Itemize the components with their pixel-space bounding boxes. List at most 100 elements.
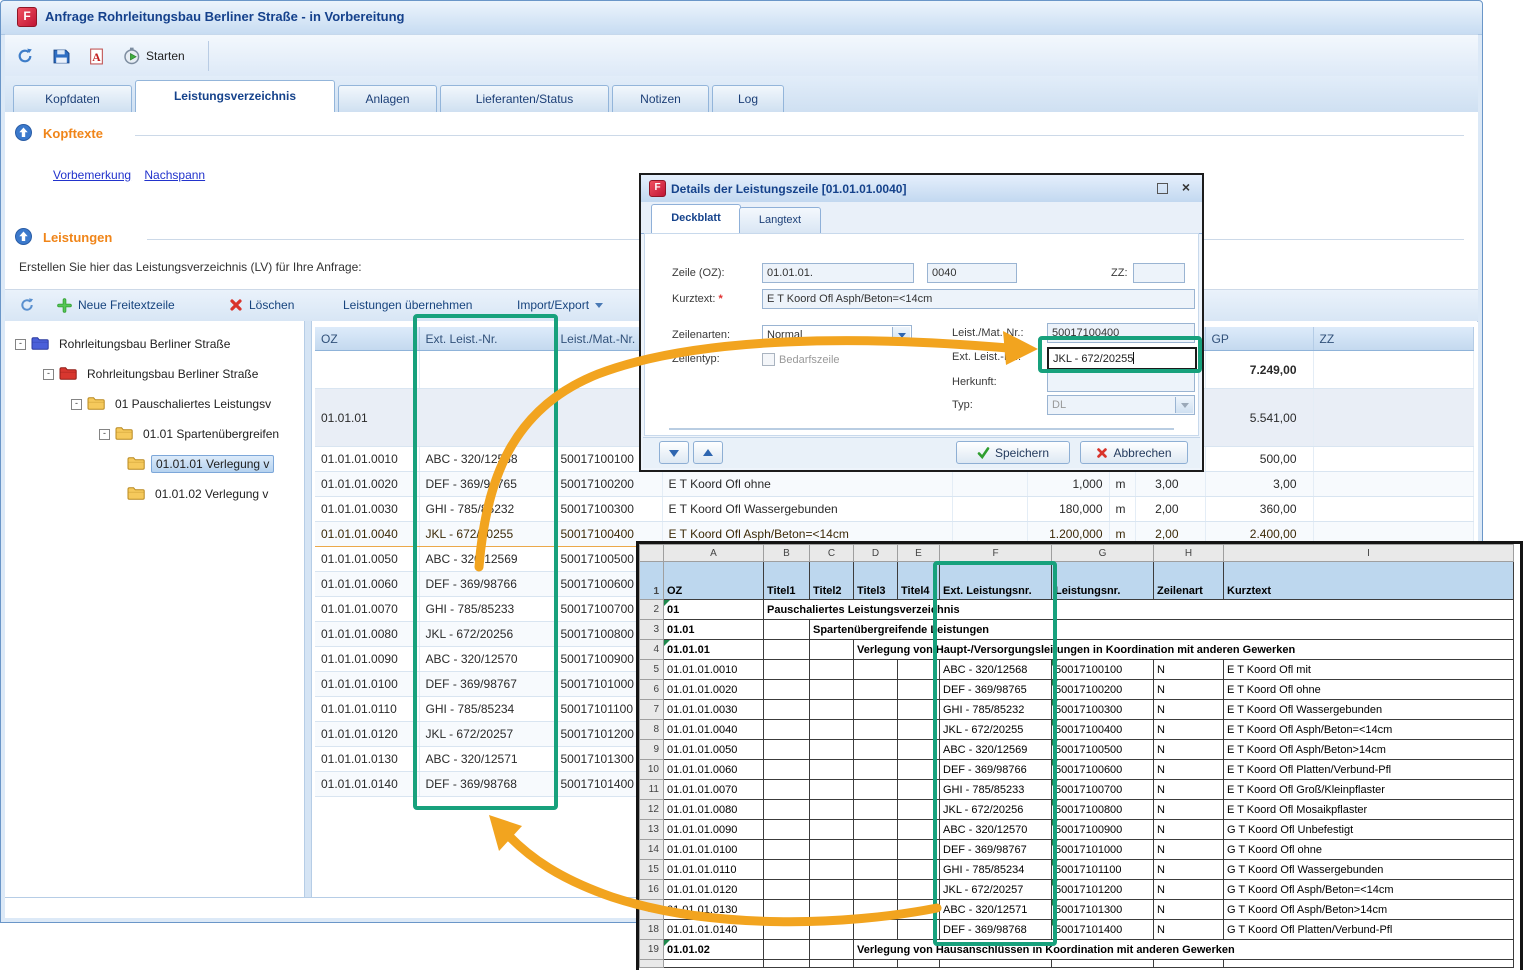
grid-column-header-Ext. Leist.-Nr.[interactable]: Ext. Leist.-Nr. — [419, 327, 554, 351]
sheet-header-cell[interactable]: Titel1 — [764, 562, 810, 600]
sheet-row-number[interactable]: 13 — [640, 820, 664, 840]
sheet-column-letter-G[interactable]: G — [1052, 545, 1154, 562]
sheet-row-number[interactable]: 4 — [640, 640, 664, 660]
tab-kopfdaten[interactable]: Kopfdaten — [13, 85, 132, 112]
sheet-cell-i[interactable]: E T Koord Ofl mit — [1224, 660, 1514, 680]
sheet-cell-empty[interactable] — [764, 860, 810, 880]
sheet-cell-g[interactable]: 50017100900 — [1052, 820, 1154, 840]
sheet-header-cell[interactable]: Titel3 — [854, 562, 898, 600]
sheet-cell-h[interactable]: N — [1154, 880, 1224, 900]
sheet-cell-h[interactable]: N — [1154, 920, 1224, 940]
sheet-cell-empty[interactable] — [898, 880, 940, 900]
sheet-cell-h[interactable]: N — [1154, 840, 1224, 860]
sheet-cell-empty[interactable] — [764, 680, 810, 700]
start-button-label[interactable]: Starten — [146, 49, 185, 63]
sheet-cell-empty[interactable] — [764, 700, 810, 720]
sheet-cell-h[interactable]: N — [1154, 860, 1224, 880]
sheet-cell-f[interactable]: ABC - 320/12569 — [940, 740, 1052, 760]
tree-expander-icon[interactable]: - — [71, 399, 82, 410]
sheet-cell-h[interactable]: N — [1154, 900, 1224, 920]
sheet-cell-title[interactable]: Verlegung von Haupt-/Versorgungsleitunge… — [854, 640, 1514, 660]
sheet-cell-empty[interactable] — [764, 940, 810, 960]
sheet-cell-empty[interactable] — [810, 700, 854, 720]
pdf-export-button[interactable]: A — [84, 44, 108, 68]
sheet-cell-empty[interactable] — [854, 820, 898, 840]
sheet-cell-h[interactable]: N — [1154, 780, 1224, 800]
sheet-cell-empty[interactable] — [898, 840, 940, 860]
sheet-row-number[interactable]: 1 — [640, 562, 664, 600]
sheet-column-letter-H[interactable]: H — [1154, 545, 1224, 562]
sheet-cell-empty[interactable] — [898, 720, 940, 740]
sheet-cell-empty[interactable] — [764, 760, 810, 780]
sheet-row-number[interactable]: 15 — [640, 860, 664, 880]
sheet-column-letter-F[interactable]: F — [940, 545, 1052, 562]
sheet-cell-g[interactable]: 50017101300 — [1052, 900, 1154, 920]
tab-log[interactable]: Log — [712, 85, 784, 112]
kurztext-field[interactable]: E T Koord Ofl Asph/Beton=<14cm — [762, 289, 1195, 309]
sheet-cell-a[interactable]: 01.01.01.0080 — [664, 800, 764, 820]
lv-import-export-button[interactable]: Import/Export — [517, 294, 603, 316]
sheet-row-number[interactable]: 19 — [640, 940, 664, 960]
sheet-cell-empty[interactable] — [764, 620, 810, 640]
sheet-cell-h[interactable]: N — [1154, 660, 1224, 680]
sheet-cell-empty[interactable] — [854, 860, 898, 880]
grid-column-header-OZ[interactable]: OZ — [315, 327, 419, 351]
sheet-cell-f[interactable]: JKL - 672/20257 — [940, 880, 1052, 900]
sheet-cell-empty[interactable] — [764, 660, 810, 680]
sheet-cell-i[interactable]: G T Koord Ofl Wassergebunden — [1224, 860, 1514, 880]
sheet-cell-empty[interactable] — [764, 800, 810, 820]
sheet-cell-a[interactable]: 01.01.01.0030 — [664, 700, 764, 720]
sheet-header-cell[interactable]: Leistungsnr. — [1052, 562, 1154, 600]
sheet-cell-g[interactable]: 50017100800 — [1052, 800, 1154, 820]
sheet-cell-g[interactable]: 50017100700 — [1052, 780, 1154, 800]
sheet-cell-h[interactable]: N — [1154, 800, 1224, 820]
vorbemerkung-link[interactable]: Vorbemerkung — [53, 168, 131, 182]
zeile-oz-field[interactable]: 01.01.01. — [762, 263, 914, 283]
sheet-cell-empty[interactable] — [764, 820, 810, 840]
sheet-cell-empty[interactable] — [810, 740, 854, 760]
grid-row-01.01.01.0030[interactable]: 01.01.01.0030GHI - 785/8523250017100300E… — [315, 497, 1473, 522]
sheet-cell-empty[interactable] — [764, 720, 810, 740]
sheet-cell-f[interactable]: DEF - 369/98768 — [940, 920, 1052, 940]
sheet-cell-empty[interactable] — [898, 660, 940, 680]
nachspann-link[interactable]: Nachspann — [144, 168, 205, 182]
sheet-cell-a[interactable]: 01.01.01.0060 — [664, 760, 764, 780]
sheet-cell-f[interactable]: DEF - 369/98765 — [940, 680, 1052, 700]
sheet-row-number[interactable]: 2 — [640, 600, 664, 620]
sheet-row-number[interactable]: 14 — [640, 840, 664, 860]
sheet-cell-f[interactable]: GHI - 785/85233 — [940, 780, 1052, 800]
sheet-header-cell[interactable]: Zeilenart — [1154, 562, 1224, 600]
sheet-cell-g[interactable]: 50017101000 — [1052, 840, 1154, 860]
save-button[interactable] — [49, 44, 73, 68]
sheet-cell-empty[interactable] — [810, 660, 854, 680]
sheet-cell-a[interactable]: 01.01.01 — [664, 640, 764, 660]
sheet-cell-empty[interactable] — [764, 740, 810, 760]
sheet-cell-empty[interactable] — [810, 760, 854, 780]
dialog-tab-deckblatt[interactable]: Deckblatt — [651, 204, 741, 234]
sheet-cell-empty[interactable] — [854, 740, 898, 760]
tree-item-3[interactable]: -01.01 Spartenübergreifen — [99, 421, 283, 447]
zeile-nr-field[interactable]: 0040 — [927, 263, 1017, 283]
sheet-cell-f[interactable]: JKL - 672/20256 — [940, 800, 1052, 820]
grid-column-header-GP[interactable]: GP — [1205, 327, 1313, 351]
sheet-cell-empty[interactable] — [854, 780, 898, 800]
sheet-cell-empty[interactable] — [898, 800, 940, 820]
sheet-cell-i[interactable]: G T Koord Ofl Asph/Beton=<14cm — [1224, 880, 1514, 900]
sheet-cell-empty[interactable] — [810, 880, 854, 900]
sheet-row-number[interactable]: 7 — [640, 700, 664, 720]
sheet-cell-title[interactable]: Pauschaliertes Leistungsverzeichnis — [764, 600, 1514, 620]
sheet-cell-f[interactable]: ABC - 320/12568 — [940, 660, 1052, 680]
sheet-cell-empty[interactable] — [810, 800, 854, 820]
sheet-cell-g[interactable]: 50017101100 — [1052, 860, 1154, 880]
sheet-cell-a[interactable]: 01 — [664, 600, 764, 620]
sheet-cell-empty[interactable] — [854, 900, 898, 920]
start-button[interactable] — [120, 44, 144, 68]
sheet-cell-empty[interactable] — [898, 860, 940, 880]
sheet-cell-f[interactable]: DEF - 369/98767 — [940, 840, 1052, 860]
sheet-header-cell[interactable]: Kurztext — [1224, 562, 1514, 600]
sheet-row-number[interactable]: 17 — [640, 900, 664, 920]
sheet-cell-a[interactable]: 01.01.01.0020 — [664, 680, 764, 700]
sheet-cell-a[interactable]: 01.01.01.0120 — [664, 880, 764, 900]
sheet-cell-f[interactable]: GHI - 785/85232 — [940, 700, 1052, 720]
sheet-cell-a[interactable]: 01.01 — [664, 620, 764, 640]
